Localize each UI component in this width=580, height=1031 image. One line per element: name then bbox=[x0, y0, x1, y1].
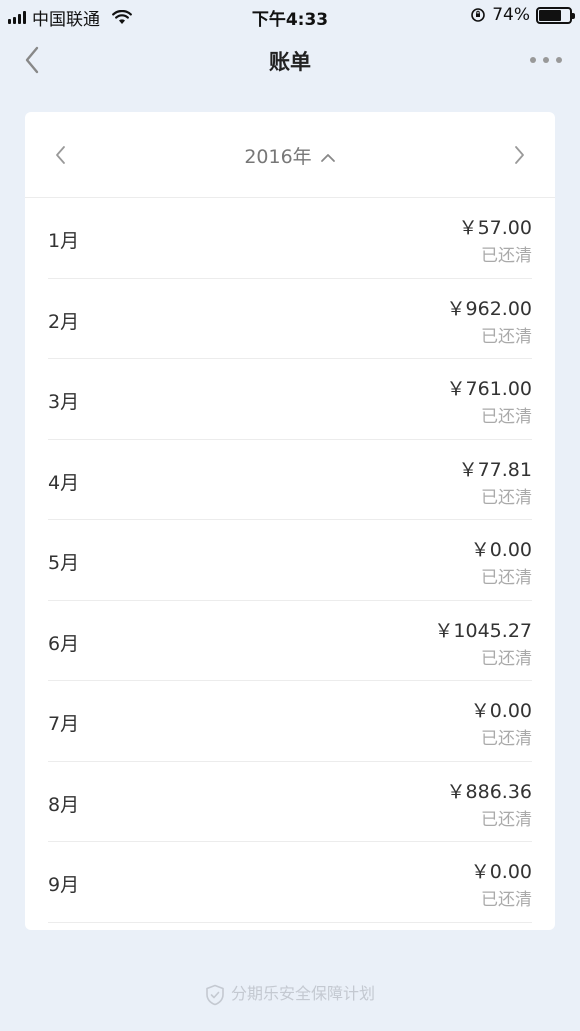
year-header: 2016年 bbox=[25, 112, 555, 198]
month-row[interactable]: 4月 ￥77.81 已还清 bbox=[48, 440, 532, 520]
more-icon[interactable] bbox=[530, 48, 562, 72]
month-label: 6月 bbox=[48, 632, 80, 655]
month-list: 1月 ￥57.00 已还清 2月 ￥962.00 已还清 3月 ￥761.00 … bbox=[25, 198, 555, 923]
year-selector[interactable]: 2016年 bbox=[25, 142, 555, 169]
month-amount: ￥0.00 bbox=[470, 861, 532, 883]
month-status: 已还清 bbox=[481, 407, 532, 427]
page-title: 账单 bbox=[269, 50, 311, 74]
month-label: 5月 bbox=[48, 552, 80, 574]
month-row[interactable]: 8月 ￥886.36 已还清 bbox=[48, 762, 532, 842]
month-label: 2月 bbox=[48, 310, 80, 333]
month-status: 已还清 bbox=[481, 890, 532, 910]
month-amount: ￥962.00 bbox=[446, 297, 532, 320]
battery-icon bbox=[536, 6, 575, 24]
battery-percent: 74% bbox=[492, 5, 530, 25]
month-amount: ￥0.00 bbox=[470, 539, 532, 561]
month-label: 7月 bbox=[48, 713, 80, 735]
month-row[interactable]: 3月 ￥761.00 已还清 bbox=[48, 359, 532, 440]
battery-fill bbox=[539, 9, 562, 21]
month-row[interactable]: 6月 ￥1045.27 已还清 bbox=[48, 601, 532, 681]
year-label: 2016年 bbox=[244, 146, 312, 168]
month-row[interactable]: 2月 ￥962.00 已还清 bbox=[48, 279, 532, 359]
month-amount: ￥77.81 bbox=[458, 458, 532, 481]
month-label: 9月 bbox=[48, 874, 80, 896]
month-status: 已还清 bbox=[481, 326, 532, 347]
month-amount: ￥886.36 bbox=[446, 780, 532, 803]
month-label: 4月 bbox=[48, 471, 80, 494]
month-amount: ￥57.00 bbox=[458, 217, 532, 239]
orientation-lock-icon bbox=[471, 8, 486, 22]
month-amount: ￥1045.27 bbox=[434, 619, 532, 642]
month-label: 1月 bbox=[48, 230, 80, 252]
month-status: 已还清 bbox=[481, 246, 532, 266]
month-status: 已还清 bbox=[481, 568, 532, 588]
security-footer: 分期乐安全保障计划 bbox=[0, 980, 580, 1006]
month-amount: ￥0.00 bbox=[470, 700, 532, 722]
month-status: 已还清 bbox=[481, 729, 532, 749]
month-amount: ￥761.00 bbox=[446, 378, 532, 400]
status-bar: 中国联通 下午4:33 74% bbox=[0, 0, 580, 32]
month-label: 3月 bbox=[48, 391, 80, 413]
month-row[interactable]: 1月 ￥57.00 已还清 bbox=[48, 198, 532, 279]
month-status: 已还清 bbox=[481, 648, 532, 669]
shield-check-icon bbox=[206, 984, 224, 1005]
month-status: 已还清 bbox=[481, 809, 532, 830]
month-row[interactable]: 9月 ￥0.00 已还清 bbox=[48, 842, 532, 923]
chevron-up-icon bbox=[320, 153, 335, 162]
status-right: 74% bbox=[470, 5, 575, 25]
month-label: 8月 bbox=[48, 793, 80, 816]
month-row[interactable]: 5月 ￥0.00 已还清 bbox=[48, 520, 532, 601]
month-row[interactable]: 7月 ￥0.00 已还清 bbox=[48, 681, 532, 762]
navigation-bar: 账单 bbox=[0, 32, 580, 88]
bill-card: 2016年 1月 ￥57.00 已还清 2月 ￥962.00 已还清 3月 ￥7… bbox=[25, 112, 555, 930]
footer-text: 分期乐安全保障计划 bbox=[230, 984, 375, 1003]
month-status: 已还清 bbox=[481, 487, 532, 508]
chevron-right-icon[interactable] bbox=[507, 143, 531, 167]
